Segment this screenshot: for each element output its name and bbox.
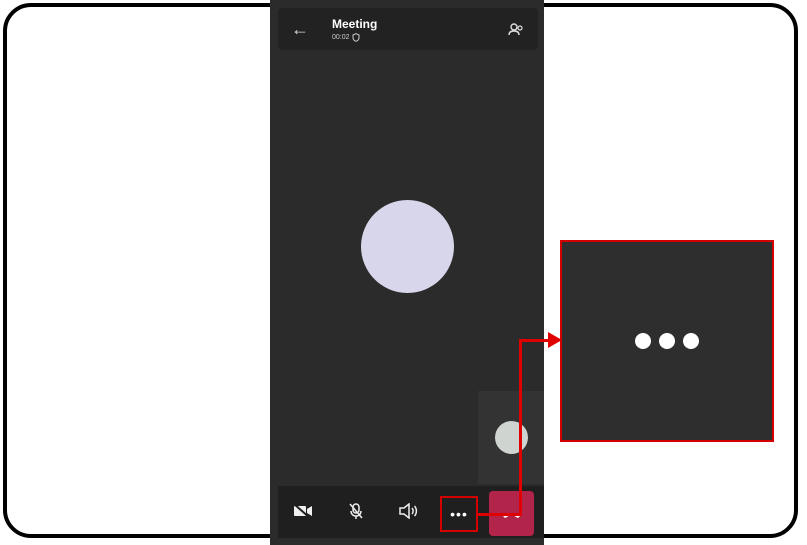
callout-line — [519, 339, 522, 516]
meeting-header — [278, 8, 538, 50]
more-options-button[interactable]: ••• — [440, 496, 478, 532]
mic-off-icon — [349, 503, 363, 519]
speaker-button[interactable] — [397, 500, 419, 522]
video-off-icon — [293, 503, 312, 519]
participant-avatar — [361, 200, 454, 293]
dot-icon — [683, 333, 699, 349]
participants-icon[interactable] — [508, 22, 524, 38]
callout-line — [478, 513, 521, 516]
video-off-button[interactable] — [292, 500, 314, 522]
shield-icon — [352, 33, 360, 42]
speaker-icon — [399, 503, 418, 519]
callout-line — [519, 339, 551, 342]
meeting-duration: 00:02 — [332, 34, 350, 41]
dot-icon — [635, 333, 651, 349]
back-arrow-icon[interactable]: ← — [291, 20, 309, 38]
meeting-title: Meeting — [332, 17, 378, 31]
more-options-icon: ••• — [450, 506, 468, 522]
mute-button[interactable] — [345, 500, 367, 522]
dot-icon — [659, 333, 675, 349]
zoomed-more-options — [560, 240, 774, 442]
self-avatar — [495, 421, 528, 454]
meeting-status: 00:02 — [332, 33, 360, 42]
